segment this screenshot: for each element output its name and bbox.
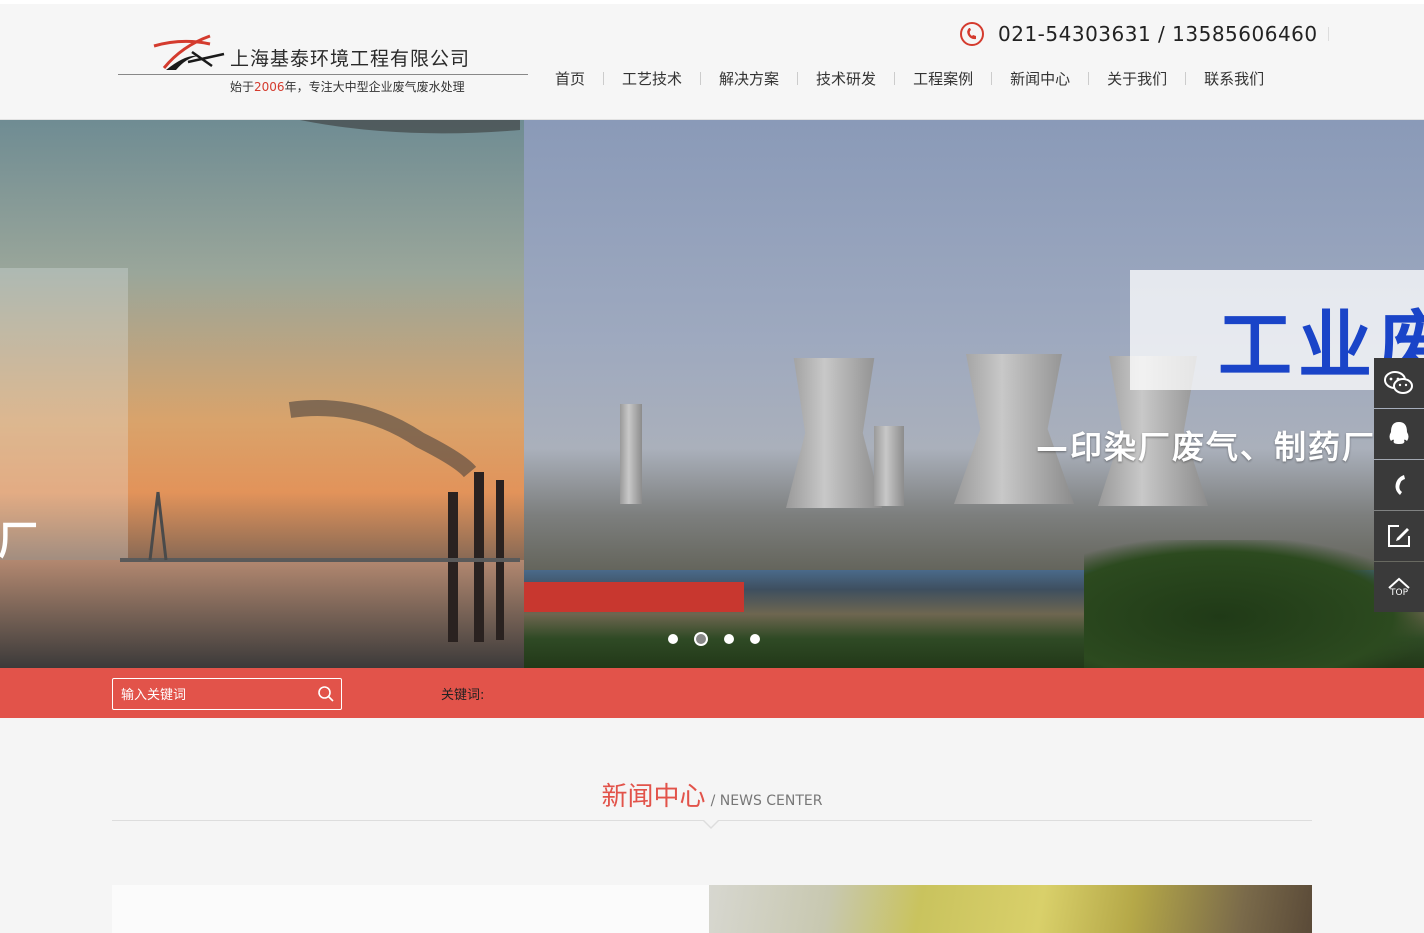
slider-dot-active[interactable] bbox=[694, 632, 708, 646]
contact-phone: 021-54303631 / 13585606460 bbox=[960, 21, 1329, 47]
phone-divider bbox=[1327, 27, 1329, 41]
company-name: 上海基泰环境工程有限公司 bbox=[230, 48, 471, 70]
tree-line bbox=[1084, 540, 1424, 668]
message-button[interactable] bbox=[1374, 511, 1424, 561]
phone-number: 021-54303631 / 13585606460 bbox=[998, 22, 1318, 46]
cooling-tower bbox=[786, 358, 882, 508]
banner-slide-current bbox=[524, 120, 1424, 668]
nav-item-home[interactable]: 首页 bbox=[537, 68, 603, 89]
cooling-tower bbox=[874, 426, 904, 506]
phone-button[interactable] bbox=[1374, 460, 1424, 510]
slider-dot[interactable] bbox=[668, 634, 678, 644]
nav-item-solutions[interactable]: 解决方案 bbox=[701, 68, 797, 89]
section-title-cn: 新闻中心 bbox=[601, 782, 706, 812]
qq-icon bbox=[1389, 422, 1409, 444]
wechat-button[interactable] bbox=[1374, 358, 1424, 408]
nav-item-about[interactable]: 关于我们 bbox=[1089, 68, 1185, 89]
banner-slide-previous: 厂 bbox=[0, 120, 524, 668]
back-to-top-label: TOP bbox=[1389, 587, 1408, 598]
news-section-title: 新闻中心 / NEWS CENTER bbox=[0, 776, 1424, 813]
banner-caption-sub: —印染厂废气、制药厂 bbox=[1036, 428, 1377, 466]
search-box bbox=[112, 678, 342, 711]
slider-dot[interactable] bbox=[724, 634, 734, 644]
search-bar: 关键词: bbox=[0, 668, 1424, 718]
phone-icon bbox=[1395, 475, 1405, 495]
phone-icon bbox=[960, 22, 984, 46]
banner-caption-left: 厂 bbox=[0, 518, 38, 564]
back-to-top-button[interactable]: TOP bbox=[1374, 562, 1424, 612]
smokestacks-illustration bbox=[120, 120, 520, 642]
cooling-tower bbox=[620, 404, 642, 504]
section-divider-arrow-inner bbox=[704, 820, 718, 827]
factory-building bbox=[524, 582, 744, 612]
nav-item-research[interactable]: 技术研发 bbox=[798, 68, 894, 89]
wechat-icon bbox=[1384, 371, 1413, 394]
search-icon[interactable] bbox=[317, 685, 335, 703]
nav-item-cases[interactable]: 工程案例 bbox=[895, 68, 991, 89]
slider-dot[interactable] bbox=[750, 634, 760, 644]
slider-pagination bbox=[668, 632, 776, 646]
hero-banner[interactable]: 厂 工业废 —印染厂废气、制药厂 bbox=[0, 120, 1424, 668]
company-logo[interactable]: 上海基泰环境工程有限公司 始于2006年，专注大中型企业废气废水处理 bbox=[118, 32, 530, 102]
news-list-card bbox=[112, 885, 709, 933]
nav-item-contact[interactable]: 联系我们 bbox=[1186, 68, 1282, 89]
search-input[interactable] bbox=[113, 679, 313, 711]
section-title-en: / NEWS CENTER bbox=[710, 793, 823, 809]
qq-button[interactable] bbox=[1374, 409, 1424, 459]
main-nav: 首页 工艺技术 解决方案 技术研发 工程案例 新闻中心 关于我们 联系我们 bbox=[537, 68, 1282, 89]
keywords-label: 关键词: bbox=[441, 688, 485, 703]
floating-toolbar: TOP bbox=[1374, 358, 1424, 613]
logo-divider bbox=[118, 74, 528, 75]
nav-item-news[interactable]: 新闻中心 bbox=[992, 68, 1088, 89]
edit-icon bbox=[1388, 525, 1410, 547]
logo-mark-icon bbox=[153, 34, 225, 70]
company-tagline: 始于2006年，专注大中型企业废气废水处理 bbox=[230, 80, 465, 94]
nav-item-technology[interactable]: 工艺技术 bbox=[604, 68, 700, 89]
site-header: 上海基泰环境工程有限公司 始于2006年，专注大中型企业废气废水处理 021-5… bbox=[0, 4, 1424, 120]
news-feature-image[interactable] bbox=[709, 885, 1312, 933]
back-to-top-icon bbox=[1388, 577, 1410, 589]
